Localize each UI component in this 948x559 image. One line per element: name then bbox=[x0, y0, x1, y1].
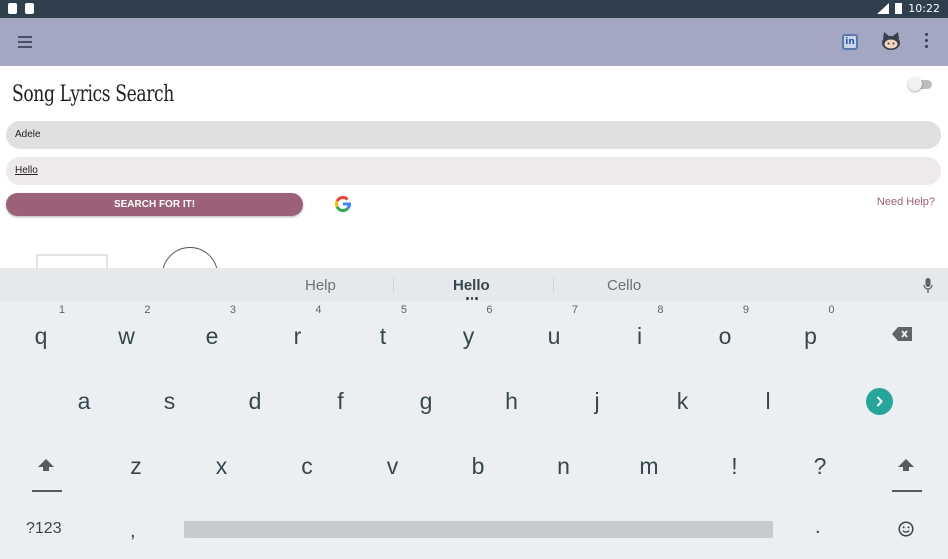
key-a[interactable]: a bbox=[72, 388, 96, 414]
key-t[interactable]: t5 bbox=[371, 304, 407, 349]
key-s[interactable]: s bbox=[158, 388, 182, 414]
key-hint: 5 bbox=[400, 304, 407, 316]
key-w[interactable]: w2 bbox=[115, 304, 150, 349]
song-input[interactable]: Hello bbox=[6, 157, 941, 185]
overflow-menu-icon[interactable] bbox=[921, 33, 931, 51]
key-x[interactable]: x bbox=[210, 453, 234, 479]
key-g[interactable]: g bbox=[414, 388, 438, 414]
artist-input[interactable]: Adele bbox=[6, 121, 941, 149]
battery-icon bbox=[895, 3, 903, 14]
key-hint: 8 bbox=[657, 304, 664, 316]
key-r[interactable]: r4 bbox=[286, 304, 322, 349]
key-n[interactable]: n bbox=[552, 453, 576, 479]
key-hint: 2 bbox=[144, 304, 151, 316]
key-k[interactable]: k bbox=[671, 388, 695, 414]
key-exclamation[interactable]: ! bbox=[723, 453, 747, 479]
key-p[interactable]: p0 bbox=[799, 304, 834, 349]
key-q[interactable]: q1 bbox=[29, 304, 65, 349]
need-help-link[interactable]: Need Help? bbox=[877, 196, 935, 208]
key-hint: 6 bbox=[486, 304, 493, 316]
space-bar[interactable] bbox=[184, 521, 773, 538]
key-d[interactable]: d bbox=[243, 388, 267, 414]
key-m[interactable]: m bbox=[637, 453, 661, 479]
emoji-icon[interactable] bbox=[898, 521, 914, 537]
key-h[interactable]: h bbox=[500, 388, 524, 414]
key-question[interactable]: ? bbox=[808, 453, 832, 479]
suggestion-help[interactable]: Help bbox=[305, 277, 336, 294]
status-bar: 10:22 bbox=[0, 0, 948, 18]
key-j[interactable]: j bbox=[585, 388, 609, 414]
key-v[interactable]: v bbox=[381, 453, 405, 479]
soft-keyboard: Help Hello Cello q1 w2 e3 r4 t5 y6 u7 i8 o9 p0 a s… bbox=[0, 268, 948, 559]
android-icon bbox=[25, 3, 34, 14]
key-c[interactable]: c bbox=[295, 453, 319, 479]
search-button[interactable]: SEARCH FOR IT! bbox=[6, 193, 303, 216]
key-f[interactable]: f bbox=[329, 388, 353, 414]
key-z[interactable]: z bbox=[124, 453, 148, 479]
key-hint: 0 bbox=[828, 304, 835, 316]
period-key[interactable]: . bbox=[815, 516, 821, 539]
key-hint: 9 bbox=[742, 304, 749, 316]
key-l[interactable]: l bbox=[756, 388, 780, 414]
app-title: Song Lyrics Search bbox=[12, 82, 174, 107]
enter-key[interactable] bbox=[866, 388, 893, 415]
key-o[interactable]: o9 bbox=[713, 304, 749, 349]
suggestion-hello[interactable]: Hello bbox=[453, 277, 490, 294]
signal-icon bbox=[877, 3, 890, 14]
suggestion-strip: Help Hello Cello bbox=[0, 268, 948, 301]
key-hint: 1 bbox=[58, 304, 65, 316]
key-e[interactable]: e3 bbox=[200, 304, 236, 349]
shift-icon[interactable] bbox=[37, 457, 55, 477]
comma-key[interactable]: , bbox=[130, 520, 136, 543]
key-hint: 3 bbox=[229, 304, 236, 316]
linkedin-icon[interactable]: in bbox=[842, 34, 858, 50]
symbols-key[interactable]: ?123 bbox=[26, 520, 62, 538]
key-hint: 4 bbox=[315, 304, 322, 316]
key-b[interactable]: b bbox=[466, 453, 490, 479]
suggestion-cello[interactable]: Cello bbox=[607, 277, 641, 294]
artist-input-value: Adele bbox=[15, 129, 41, 140]
app-toolbar: in bbox=[0, 18, 948, 66]
shift-right-icon[interactable] bbox=[897, 457, 915, 477]
song-input-value: Hello bbox=[15, 165, 38, 176]
backspace-icon[interactable] bbox=[892, 327, 912, 341]
notification-icon bbox=[8, 3, 17, 14]
google-icon[interactable] bbox=[333, 194, 353, 214]
key-u[interactable]: u7 bbox=[542, 304, 578, 349]
status-time: 10:22 bbox=[908, 2, 940, 15]
theme-toggle-switch[interactable] bbox=[908, 77, 932, 91]
key-y[interactable]: y6 bbox=[457, 304, 493, 349]
key-hint: 7 bbox=[571, 304, 578, 316]
menu-icon[interactable] bbox=[18, 36, 32, 48]
microphone-icon[interactable] bbox=[923, 278, 933, 293]
github-icon[interactable] bbox=[881, 31, 901, 51]
key-i[interactable]: i8 bbox=[628, 304, 664, 349]
